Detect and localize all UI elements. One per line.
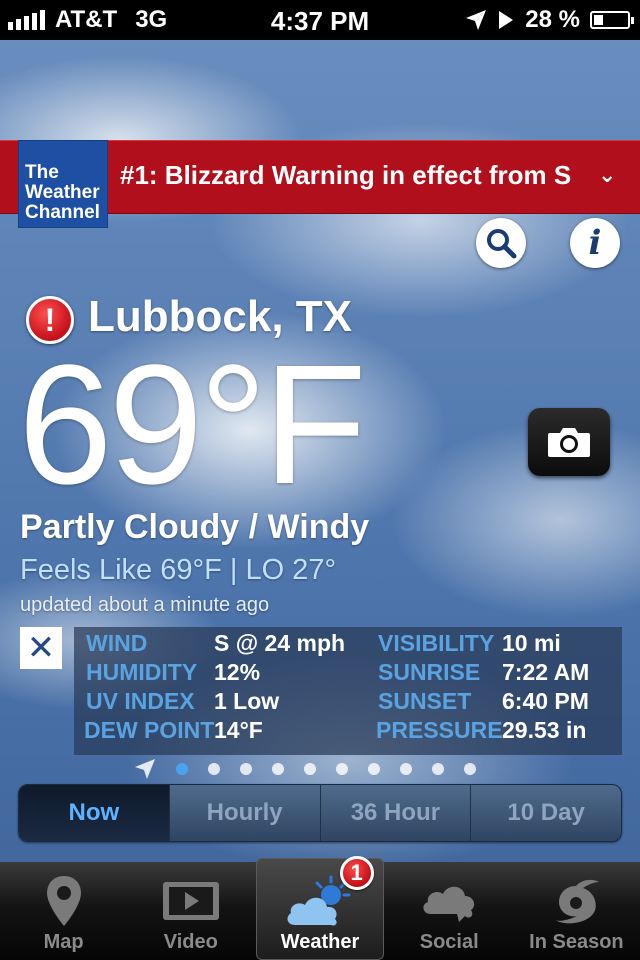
page-indicator[interactable]: [134, 758, 476, 780]
search-icon: [487, 229, 517, 259]
current-temperature: 69°F: [18, 330, 367, 520]
map-pin-icon: [44, 871, 84, 931]
logo-line: Channel: [25, 202, 100, 223]
segment-36-hour[interactable]: 36 Hour: [319, 785, 471, 841]
detail-label: UV INDEX: [86, 688, 195, 714]
segment-now[interactable]: Now: [19, 785, 169, 841]
play-indicator-icon: [499, 11, 514, 29]
page-dot[interactable]: [208, 763, 220, 775]
updated-text: updated about a minute ago: [20, 594, 270, 616]
page-dot[interactable]: [272, 763, 284, 775]
page-dot[interactable]: [336, 763, 348, 775]
info-icon: i: [588, 223, 602, 263]
camera-button[interactable]: [528, 408, 610, 476]
tab-label: Weather: [280, 931, 360, 953]
weather-channel-logo: The Weather Channel: [18, 140, 108, 228]
detail-value: S @ 24 mph: [214, 630, 346, 656]
detail-label: WIND: [86, 630, 148, 656]
detail-label: SUNSET: [378, 688, 472, 714]
page-dot[interactable]: [240, 763, 252, 775]
detail-value: 1 Low: [214, 688, 280, 714]
detail-label: HUMIDITY: [86, 659, 198, 685]
detail-value: 29.53 in: [502, 717, 587, 743]
battery-percent: 28 %: [525, 6, 580, 33]
battery-fill: [594, 15, 603, 25]
tab-map[interactable]: Map: [0, 862, 127, 960]
tab-label: Social: [419, 931, 479, 953]
hurricane-icon: [551, 871, 601, 931]
status-bar: AT&T 3G 4:37 PM 28 %: [0, 0, 640, 40]
detail-label: VISIBILITY: [378, 630, 495, 656]
tab-label: Map: [43, 931, 84, 953]
detail-value: 6:40 PM: [502, 688, 589, 714]
logo-line: The: [25, 162, 59, 183]
detail-label: PRESSURE: [376, 717, 503, 743]
detail-value: 10 mi: [502, 630, 561, 656]
location-arrow-icon: [135, 759, 155, 779]
page-dot[interactable]: [176, 763, 188, 775]
page-dot[interactable]: [432, 763, 444, 775]
segment-hourly[interactable]: Hourly: [168, 785, 320, 841]
notification-badge: 1: [339, 856, 374, 890]
logo-line: Weather: [25, 182, 100, 203]
close-details-button[interactable]: ✕: [20, 627, 62, 669]
forecast-segmented-control[interactable]: Now Hourly 36 Hour 10 Day: [18, 784, 622, 842]
social-cloud-icon: [419, 871, 479, 931]
detail-label: DEW POINT: [84, 717, 215, 743]
chevron-down-icon[interactable]: ⌄: [598, 162, 616, 188]
tab-video[interactable]: Video: [127, 862, 254, 960]
search-button[interactable]: [476, 218, 526, 268]
info-button[interactable]: i: [570, 218, 620, 268]
tab-bar: Map Video Weather 1 Social In Season: [0, 856, 640, 960]
detail-row: WIND S @ 24 mph VISIBILITY 10 mi: [74, 630, 622, 659]
detail-value: 7:22 AM: [502, 659, 590, 685]
alert-banner-text[interactable]: #1: Blizzard Warning in effect from S: [120, 160, 592, 194]
tab-label: In Season: [529, 931, 624, 953]
tab-weather[interactable]: Weather 1: [256, 856, 384, 960]
detail-label: SUNRISE: [378, 659, 481, 685]
camera-icon: [548, 428, 590, 457]
page-dot[interactable]: [368, 763, 380, 775]
detail-value: 12%: [214, 659, 261, 685]
feels-like-text: Feels Like 69°F | LO 27°: [20, 554, 337, 586]
battery-icon: [590, 11, 634, 29]
tab-social[interactable]: Social: [386, 862, 513, 960]
detail-value: 14°F: [214, 717, 263, 743]
tab-label: Video: [163, 931, 218, 953]
condition-text: Partly Cloudy / Windy: [20, 508, 370, 546]
video-play-icon: [161, 871, 221, 931]
status-right: 28 %: [465, 6, 634, 34]
detail-row: DEW POINT 14°F PRESSURE 29.53 in: [74, 717, 622, 746]
detail-row: HUMIDITY 12% SUNRISE 7:22 AM: [74, 659, 622, 688]
details-panel: WIND S @ 24 mph VISIBILITY 10 mi HUMIDIT…: [74, 627, 622, 755]
location-arrow-icon: [466, 10, 487, 30]
page-dot[interactable]: [304, 763, 316, 775]
page-dot[interactable]: [400, 763, 412, 775]
segment-10-day[interactable]: 10 Day: [470, 785, 621, 841]
detail-row: UV INDEX 1 Low SUNSET 6:40 PM: [74, 688, 622, 717]
tab-in-season[interactable]: In Season: [513, 862, 640, 960]
page-dot[interactable]: [464, 763, 476, 775]
